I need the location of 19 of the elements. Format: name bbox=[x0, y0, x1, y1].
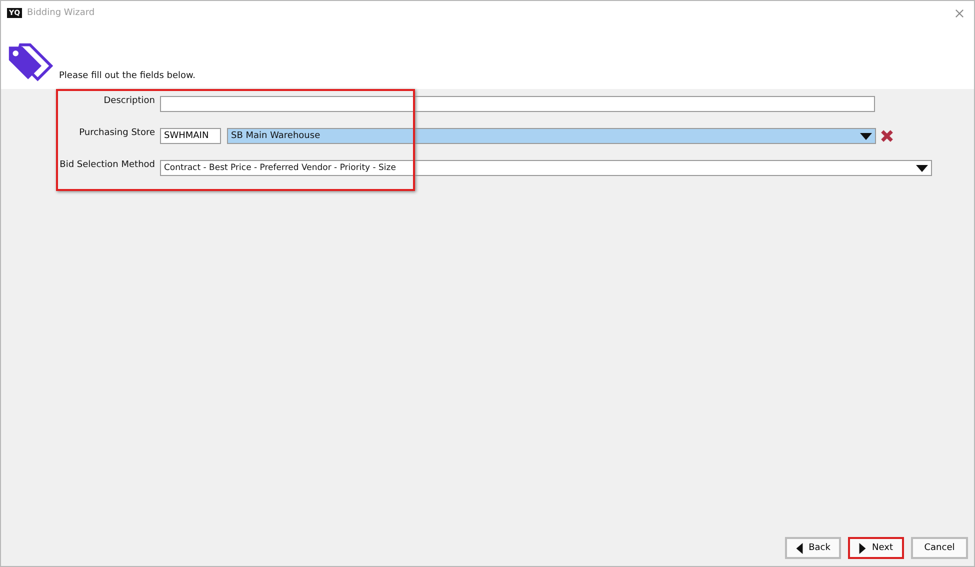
close-icon[interactable] bbox=[955, 8, 964, 18]
back-button[interactable]: Back bbox=[785, 537, 841, 559]
window-title: Bidding Wizard bbox=[27, 8, 96, 18]
description-field[interactable] bbox=[160, 96, 875, 112]
store-code-field[interactable]: SWHMAIN bbox=[160, 128, 221, 144]
right-triangle-icon bbox=[859, 542, 866, 554]
instruction-text: Please fill out the fields below. bbox=[59, 71, 196, 81]
field-label: Bid Selection Method bbox=[58, 160, 155, 170]
clear-icon[interactable] bbox=[880, 129, 894, 143]
left-triangle-icon bbox=[796, 542, 803, 554]
caret-icon bbox=[916, 164, 928, 172]
store-dropdown[interactable]: SB Main Warehouse bbox=[227, 128, 876, 144]
cancel-button[interactable]: Cancel bbox=[911, 537, 968, 559]
next-button[interactable]: Next bbox=[848, 537, 904, 559]
field-label: Description bbox=[102, 96, 155, 106]
field-label: Purchasing Store bbox=[78, 128, 155, 138]
method-dropdown[interactable]: Contract - Best Price - Preferred Vendor - Priority - Size bbox=[160, 160, 932, 176]
caret-icon bbox=[860, 132, 872, 140]
tags-icon bbox=[7, 42, 53, 82]
